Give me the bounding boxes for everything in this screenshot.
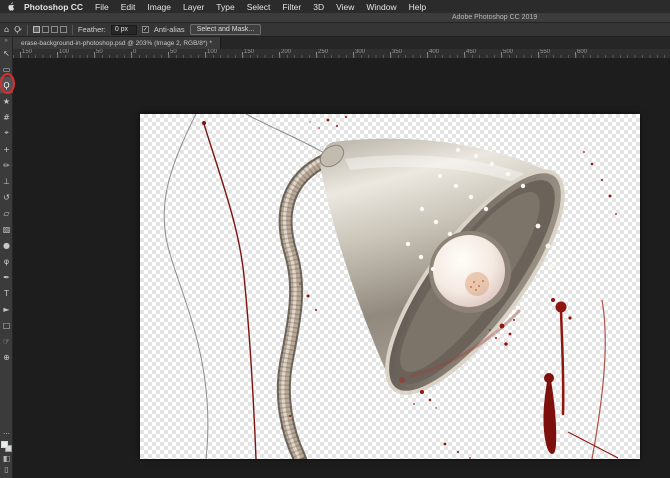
options-bar: ⌂ Ϙ ▾ Feather: 0 px ✓ Anti-alias Select … [0, 23, 670, 37]
menu-item-help[interactable]: Help [403, 2, 432, 12]
menu-item-type[interactable]: Type [210, 2, 240, 12]
ruler-label: 500 [503, 49, 513, 55]
brush-tool[interactable]: ✏ [0, 157, 13, 173]
menu-item-select[interactable]: Select [241, 2, 277, 12]
ruler-label: 350 [392, 49, 402, 55]
canvas-area[interactable] [13, 59, 670, 478]
ruler-label: 0 [133, 49, 136, 55]
anti-alias-label: Anti-alias [154, 25, 185, 34]
subtract-from-selection[interactable] [51, 26, 58, 33]
ruler-label: 600 [577, 49, 587, 55]
crop-tool[interactable]: # [0, 109, 13, 125]
type-tool[interactable]: T [0, 285, 13, 301]
menu-item-photoshop-cc[interactable]: Photoshop CC [18, 2, 89, 12]
menu-bar-items: Photoshop CCFileEditImageLayerTypeSelect… [18, 2, 432, 12]
annotation-circle [0, 73, 15, 94]
menu-item-view[interactable]: View [330, 2, 360, 12]
menu-item-image[interactable]: Image [141, 2, 177, 12]
ruler-tick [538, 52, 539, 58]
gradient-tool[interactable]: ▨ [0, 221, 13, 237]
color-swatches[interactable] [1, 441, 12, 452]
ruler-tick [279, 52, 280, 58]
photoshop-window: Photoshop CCFileEditImageLayerTypeSelect… [0, 0, 670, 478]
feather-input[interactable]: 0 px [111, 25, 137, 35]
tools-panel: » ↖▭Ϙ★#⌖+✏⊥↺▱▨●φ✒T►□☞⊕ ⋯ ◧ ▯ [0, 37, 13, 478]
eraser-tool[interactable]: ▱ [0, 205, 13, 221]
edit-toolbar-icon[interactable]: ⋯ [3, 432, 10, 438]
ruler-label: 150 [22, 49, 32, 55]
eyedropper-tool[interactable]: ⌖ [0, 125, 13, 141]
anti-alias-checkbox[interactable]: ✓ [142, 26, 149, 33]
menu-bar: Photoshop CCFileEditImageLayerTypeSelect… [0, 0, 670, 13]
menu-item-file[interactable]: File [89, 2, 115, 12]
dodge-tool[interactable]: φ [0, 253, 13, 269]
chevron-down-icon[interactable]: ▾ [19, 27, 22, 33]
home-icon[interactable]: ⌂ [4, 25, 9, 34]
ruler-label: 400 [429, 49, 439, 55]
blur-tool[interactable]: ● [0, 237, 13, 253]
add-to-selection[interactable] [42, 26, 49, 33]
document-image[interactable] [140, 114, 640, 459]
history-brush-tool[interactable]: ↺ [0, 189, 13, 205]
ruler-tick [464, 52, 465, 58]
options-separator [27, 25, 28, 35]
shape-tool[interactable]: □ [0, 317, 13, 333]
selection-modes [33, 26, 67, 33]
feather-label: Feather: [78, 25, 106, 34]
quick-selection-tool[interactable]: ★ [0, 93, 13, 109]
ruler-label: 50 [96, 49, 103, 55]
window-title: Adobe Photoshop CC 2019 [452, 14, 537, 21]
move-tool[interactable]: ↖ [0, 45, 13, 61]
screen-mode-icon[interactable]: ▯ [4, 466, 8, 474]
ruler-label: 100 [207, 49, 217, 55]
select-and-mask-button[interactable]: Select and Mask... [190, 24, 262, 35]
ruler-label: 250 [318, 49, 328, 55]
healing-brush-tool[interactable]: + [0, 141, 13, 157]
document-tab-bar: erase-background-in-photoshop.psd @ 203%… [13, 37, 670, 49]
ruler-label: 150 [244, 49, 254, 55]
menu-item-edit[interactable]: Edit [115, 2, 142, 12]
ruler-tick [353, 52, 354, 58]
toolbar-bottom: ⋯ ◧ ▯ [0, 432, 13, 474]
hand-tool[interactable]: ☞ [0, 333, 13, 349]
quick-mask-icon[interactable]: ◧ [3, 455, 11, 463]
ruler-tick [501, 52, 502, 58]
menu-item-3d[interactable]: 3D [307, 2, 330, 12]
path-selection-tool[interactable]: ► [0, 301, 13, 317]
intersect-selection[interactable] [60, 26, 67, 33]
ruler-tick [168, 52, 169, 58]
ruler-tick [131, 52, 132, 58]
menu-item-window[interactable]: Window [360, 2, 402, 12]
ruler-tick [205, 52, 206, 58]
apple-logo-icon[interactable] [6, 2, 16, 12]
clone-stamp-tool[interactable]: ⊥ [0, 173, 13, 189]
ruler-tick [427, 52, 428, 58]
ruler-label: 50 [170, 49, 177, 55]
options-separator [72, 25, 73, 35]
ruler-tick [242, 52, 243, 58]
ruler-horizontal[interactable]: 1501005005010015020025030035040045050055… [13, 49, 670, 59]
zoom-tool[interactable]: ⊕ [0, 349, 13, 365]
ruler-label: 550 [540, 49, 550, 55]
ruler-label: 100 [59, 49, 69, 55]
ruler-label: 200 [281, 49, 291, 55]
document-tab[interactable]: erase-background-in-photoshop.psd @ 203%… [13, 37, 221, 49]
new-selection[interactable] [33, 26, 40, 33]
menu-item-filter[interactable]: Filter [276, 2, 307, 12]
ruler-tick [57, 52, 58, 58]
ruler-label: 450 [466, 49, 476, 55]
lamp-photo [140, 114, 640, 459]
ruler-tick [316, 52, 317, 58]
ruler-label: 300 [355, 49, 365, 55]
ruler-tick [20, 52, 21, 58]
window-title-bar: Adobe Photoshop CC 2019 [0, 13, 670, 23]
pen-tool[interactable]: ✒ [0, 269, 13, 285]
ruler-tick [575, 52, 576, 58]
menu-item-layer[interactable]: Layer [177, 2, 210, 12]
toolbar-collapse-icon[interactable]: » [0, 37, 12, 45]
foreground-color-swatch[interactable] [1, 441, 8, 448]
ruler-tick [390, 52, 391, 58]
ruler-tick [94, 52, 95, 58]
